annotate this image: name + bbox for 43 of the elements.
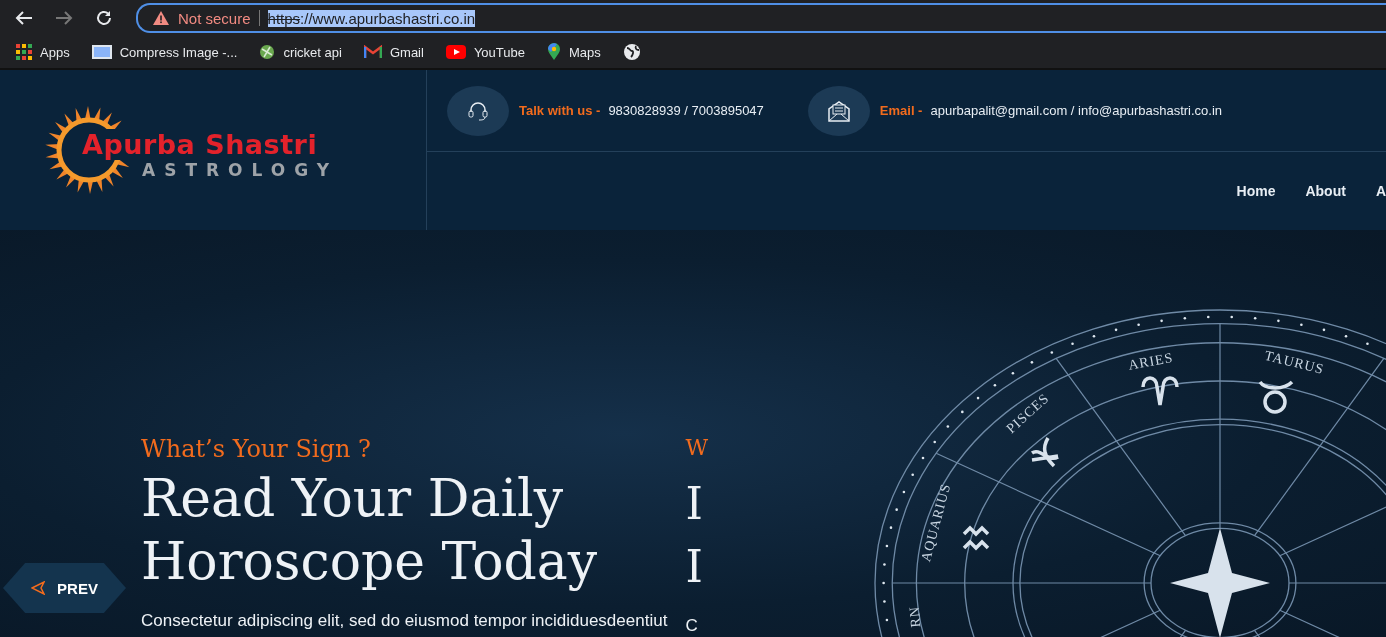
bookmark[interactable]: Apps (16, 44, 70, 60)
monitor-icon (91, 45, 112, 59)
bookmark[interactable]: Compress Image -... (91, 44, 238, 60)
hero-text: Consectetur adipiscing elit, sed do eiusmod tempor incididuesdeentiut (141, 611, 668, 631)
next-slide-text: W (685, 435, 708, 460)
bookmark[interactable]: cricket api (259, 44, 342, 60)
mail-icon (363, 45, 382, 59)
ball-icon (259, 44, 276, 60)
back-arrow-icon (15, 10, 33, 26)
url-text: https://www.apurbashastri.co.in (267, 9, 476, 27)
reload-icon (95, 9, 113, 27)
play-icon (445, 45, 466, 59)
contact-value: apurbapalit@gmail.com / info@apurbashastri.co.in (930, 103, 1223, 118)
nav-link[interactable]: A (1375, 183, 1386, 199)
envelope-icon (826, 99, 851, 122)
logo-tagline: ASTROLOGY (142, 160, 339, 180)
hero-title-line: Read Your Daily (141, 467, 565, 530)
globe-icon (622, 43, 641, 61)
address-bar[interactable]: Not secure https://www.apurbashastri.co.in (136, 3, 1386, 33)
next-slide-text: C (685, 616, 699, 636)
warning-icon (152, 10, 170, 26)
zodiac-sign-label: RN (906, 605, 924, 629)
zodiac-sign-label: ARIES (1127, 350, 1175, 373)
zodiac-sign-label: TAURUS (1262, 347, 1326, 378)
bookmark[interactable]: Gmail (363, 44, 424, 60)
contact-label: Email - (879, 103, 923, 118)
security-status: Not secure (178, 9, 251, 27)
nav-link[interactable]: About (1305, 183, 1346, 199)
hero-title-line: Horoscope Today (141, 530, 599, 593)
nav-link[interactable]: Home (1236, 183, 1276, 199)
headset-icon (467, 99, 489, 122)
next-slide-text: I (685, 540, 704, 594)
contact-label: Talk with us - (519, 103, 601, 118)
contact-value: 9830828939 / 7003895047 (608, 103, 764, 118)
map-pin-icon (547, 43, 561, 61)
grid-icon (16, 44, 32, 60)
next-slide-text: I (685, 477, 704, 531)
bookmark[interactable]: Maps (547, 43, 601, 61)
arrow-left-icon (31, 581, 46, 595)
hero-eyebrow: What’s Your Sign ? (141, 435, 372, 463)
forward-arrow-icon (55, 10, 73, 26)
prev-button[interactable]: PREV (3, 563, 126, 613)
bookmark[interactable]: YouTube (445, 44, 525, 60)
